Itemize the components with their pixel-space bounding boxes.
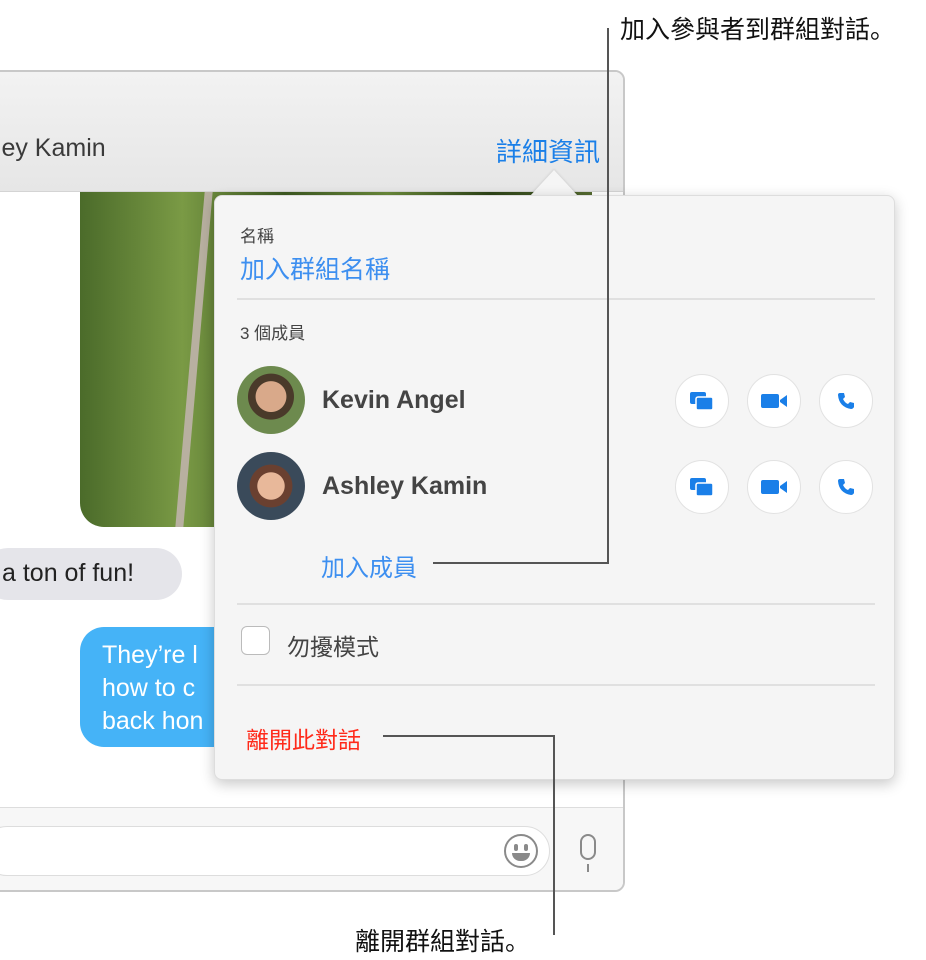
avatar bbox=[237, 366, 305, 434]
callout-leave-group: 離開群組對話。 bbox=[355, 928, 531, 956]
divider bbox=[237, 298, 875, 300]
video-call-button[interactable] bbox=[747, 460, 801, 514]
callout-line bbox=[553, 735, 555, 935]
member-name: Kevin Angel bbox=[322, 386, 466, 414]
add-group-name-link[interactable]: 加入群組名稱 bbox=[240, 250, 390, 286]
details-popover: 名稱 加入群組名稱 3 個成員 Kevin Angel Ashley Kamin… bbox=[214, 195, 895, 780]
member-name: Ashley Kamin bbox=[322, 472, 488, 500]
details-button[interactable]: 詳細資訊 bbox=[496, 132, 600, 169]
do-not-disturb-checkbox[interactable] bbox=[241, 626, 270, 655]
name-label: 名稱 bbox=[240, 227, 274, 246]
message-input[interactable] bbox=[0, 826, 550, 876]
callout-line bbox=[433, 562, 609, 564]
audio-call-button[interactable] bbox=[819, 374, 873, 428]
popover-arrow bbox=[530, 170, 578, 196]
video-icon bbox=[761, 480, 787, 494]
audio-call-button[interactable] bbox=[819, 460, 873, 514]
message-button[interactable] bbox=[675, 374, 729, 428]
microphone-icon[interactable] bbox=[580, 834, 596, 872]
video-icon bbox=[761, 394, 787, 408]
callout-line bbox=[607, 28, 609, 564]
phone-icon bbox=[838, 479, 854, 495]
message-icon bbox=[690, 478, 714, 497]
do-not-disturb-label: 勿擾模式 bbox=[287, 634, 379, 660]
received-message: a ton of fun! bbox=[0, 548, 182, 600]
message-button[interactable] bbox=[675, 460, 729, 514]
avatar bbox=[237, 452, 305, 520]
callout-line bbox=[383, 735, 555, 737]
phone-icon bbox=[838, 393, 854, 409]
divider bbox=[237, 684, 875, 686]
input-bar bbox=[0, 807, 623, 890]
emoji-icon[interactable] bbox=[504, 834, 538, 868]
callout-add-participants: 加入參與者到群組對話。 bbox=[620, 16, 896, 44]
add-member-link[interactable]: 加入成員 bbox=[321, 548, 417, 583]
conversation-title: hley Kamin bbox=[0, 134, 106, 162]
members-count: 3 個成員 bbox=[240, 324, 306, 343]
message-icon bbox=[690, 392, 714, 411]
leave-conversation-link[interactable]: 離開此對話 bbox=[246, 721, 361, 755]
divider bbox=[237, 603, 875, 605]
video-call-button[interactable] bbox=[747, 374, 801, 428]
